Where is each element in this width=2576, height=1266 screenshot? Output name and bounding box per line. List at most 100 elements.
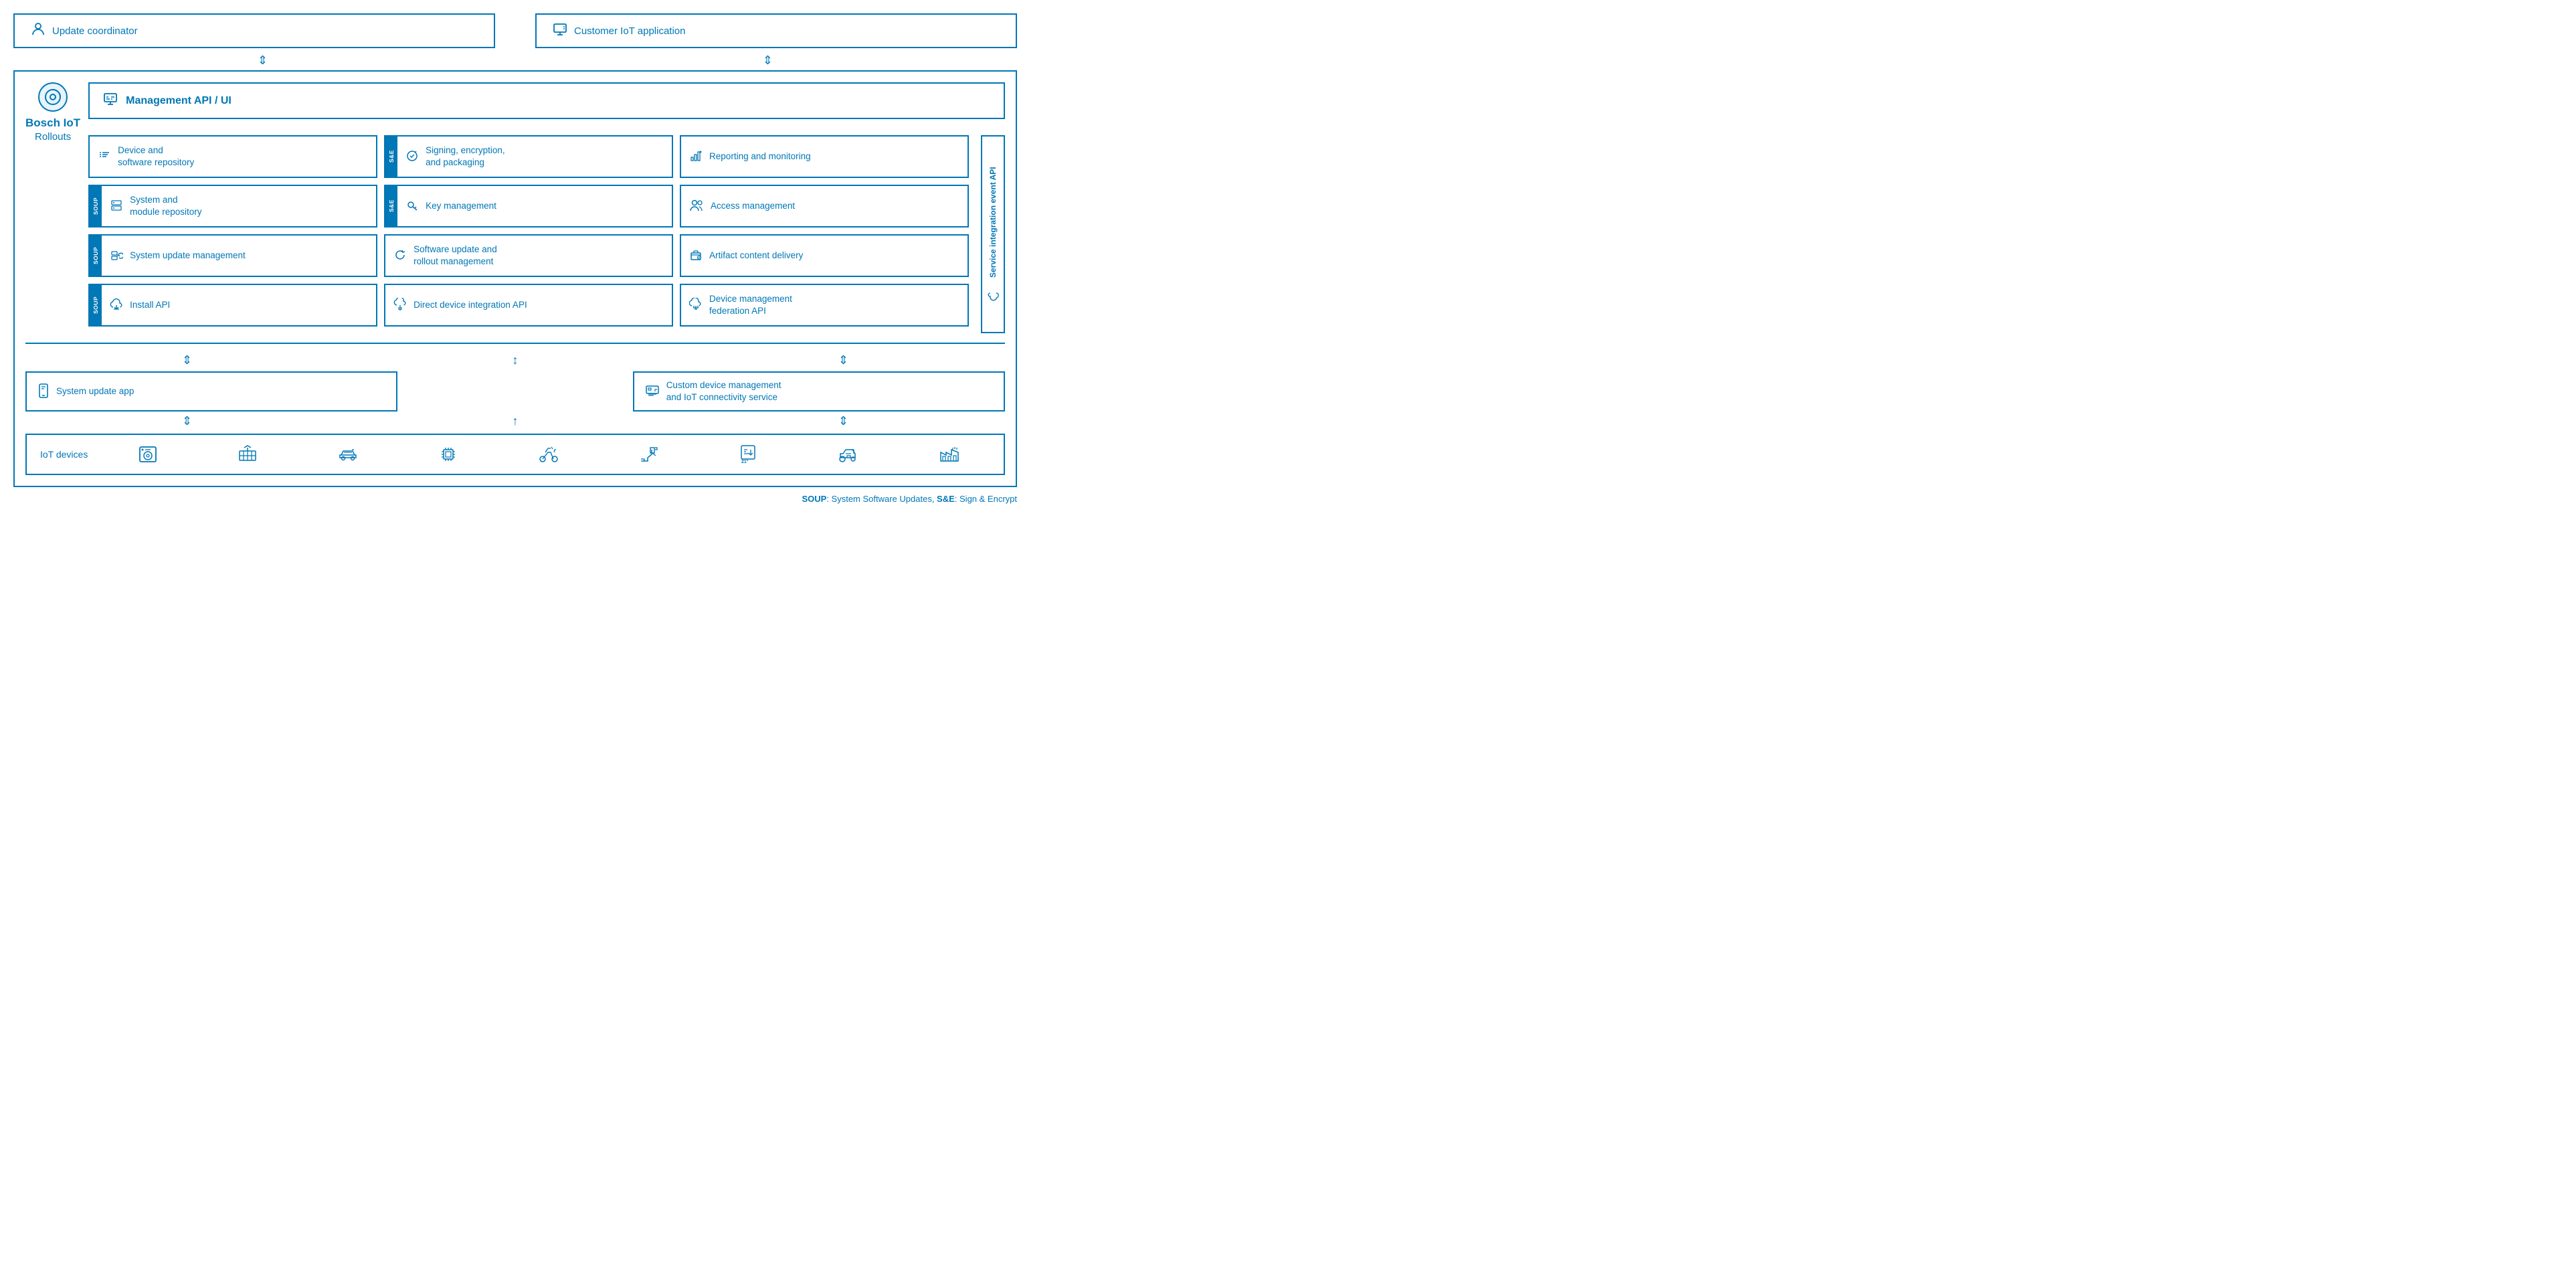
cloud-install-icon (110, 298, 123, 313)
bottom-arrows: ⇕ ↑ ⇕ (25, 414, 1005, 428)
top-row: Update coordinator Customer IoT applicat… (13, 13, 1017, 48)
cloud-device-icon (393, 298, 407, 313)
update-coordinator-label: Update coordinator (52, 25, 138, 37)
iot-devices-label: IoT devices (40, 449, 88, 460)
chart-icon (689, 149, 703, 165)
signing-encryption-cell: S&E Signing, encryption,and packaging (384, 135, 673, 178)
system-module-label: System andmodule repository (130, 194, 201, 218)
phone-icon (37, 383, 50, 400)
access-management-cell: Access management (680, 185, 969, 228)
system-update-mgmt-label: System update management (130, 250, 246, 262)
access-management-label: Access management (711, 200, 795, 212)
iot-device-tractor (836, 444, 859, 464)
key-management-cell: S&E Key management (384, 185, 673, 228)
custom-device-icon (645, 383, 660, 400)
soup-tag-3: SOUP (90, 285, 102, 325)
brand-column: Bosch IoT Rollouts (25, 82, 80, 333)
system-module-repo-cell: SOUP System andmodule reposi (88, 185, 377, 228)
bottom-apps-row: System update app Custom device manag (25, 371, 1005, 412)
custom-device-mgmt-label: Custom device managementand IoT connecti… (666, 379, 781, 403)
monitor-icon (553, 22, 567, 39)
left-top-arrow: ⇕ (20, 54, 505, 68)
signing-label: Signing, encryption,and packaging (426, 145, 505, 169)
list-icon (98, 149, 111, 165)
right-mid-arrow: ⇕ (682, 353, 1005, 367)
artifact-delivery-cell: Artifact content delivery (680, 234, 969, 277)
iot-device-washing (138, 444, 158, 464)
top-inner: Bosch IoT Rollouts Management API / UI (25, 82, 1005, 333)
soup-tag-1: SOUP (90, 186, 102, 226)
install-api-label: Install API (130, 299, 170, 311)
system-update-mgmt-cell: SOUP System update managemen (88, 234, 377, 277)
signing-icon (405, 149, 419, 165)
top-arrows: ⇕ ⇕ (13, 54, 1017, 68)
grid-row-2: SOUP System andmodule reposi (88, 185, 969, 228)
iot-device-robot-arm (639, 444, 659, 464)
customer-iot-label: Customer IoT application (574, 25, 685, 37)
direct-device-label: Direct device integration API (413, 299, 527, 311)
system-update-app-box: System update app (25, 371, 397, 412)
custom-device-mgmt-box: Custom device managementand IoT connecti… (633, 371, 1005, 412)
iot-device-ebike (538, 444, 559, 464)
reporting-monitoring-cell: Reporting and monitoring (680, 135, 969, 178)
management-api-icon (103, 92, 118, 110)
iot-arrow-left: ⇕ (25, 414, 349, 428)
management-api-label: Management API / UI (126, 95, 232, 107)
service-integration-sidebar: Service integration event API (981, 135, 1005, 333)
soup-acronym: SOUP (802, 494, 826, 504)
soup-tag-2: SOUP (90, 236, 102, 276)
grid-row-1: Device andsoftware repository S&E (88, 135, 969, 178)
reporting-label: Reporting and monitoring (709, 151, 811, 163)
mid-arrows: ⇕ ↕ ⇕ (25, 353, 1005, 367)
package-icon (689, 248, 703, 264)
right-top-arrow: ⇕ (525, 54, 1010, 68)
users-icon (689, 199, 704, 214)
device-software-repo-label: Device andsoftware repository (118, 145, 194, 169)
iot-device-car (337, 444, 359, 464)
customer-iot-box: Customer IoT application (535, 13, 1017, 48)
se-acronym: S&E (937, 494, 955, 504)
footer-note: SOUP: System Software Updates, S&E: Sign… (13, 494, 1017, 504)
iot-devices-list: 21° (108, 444, 990, 464)
svg-text:21°: 21° (741, 459, 749, 464)
bottom-section: ⇕ ↕ ⇕ (25, 343, 1005, 475)
grid-row-3: SOUP System update managemen (88, 234, 969, 277)
brand-name: Bosch IoT (25, 116, 80, 130)
iot-arrow-right: ⇕ (682, 414, 1005, 428)
iot-device-chip (438, 444, 458, 464)
services-grid: Device andsoftware repository S&E (88, 135, 969, 333)
management-api-bar: Management API / UI (88, 82, 1005, 119)
grid-with-sidebar: Device andsoftware repository S&E (88, 135, 1005, 333)
direct-device-api-cell: Direct device integration API (384, 284, 673, 327)
iot-arrow-center: ↑ (353, 414, 676, 428)
iot-devices-row: IoT devices (25, 434, 1005, 475)
refresh-icon (393, 248, 407, 264)
se-tag-1: S&E (385, 137, 397, 177)
device-software-repository-cell: Device andsoftware repository (88, 135, 377, 178)
main-container: Bosch IoT Rollouts Management API / UI (13, 70, 1017, 487)
center-mid-arrow: ↕ (353, 353, 676, 367)
key-management-label: Key management (426, 200, 496, 212)
bottom-spacer (404, 371, 626, 412)
artifact-delivery-label: Artifact content delivery (709, 250, 803, 262)
brand-subtitle: Rollouts (25, 130, 80, 144)
iot-device-factory (939, 444, 960, 464)
update-coordinator-box: Update coordinator (13, 13, 495, 48)
key-icon (405, 199, 419, 214)
cloud-service-icon (987, 287, 999, 301)
iot-device-thermostat: 21° (739, 444, 757, 464)
bosch-logo-icon (38, 82, 68, 112)
software-update-label: Software update androllout management (413, 244, 497, 268)
service-sidebar-label: Service integration event API (988, 167, 998, 278)
system-update-app-label: System update app (56, 385, 134, 397)
software-update-rollout-cell: Software update androllout management (384, 234, 673, 277)
gear-update-icon (110, 248, 123, 264)
person-icon (31, 21, 45, 40)
se-tag-2: S&E (385, 186, 397, 226)
left-mid-arrow: ⇕ (25, 353, 349, 367)
architecture-diagram: Update coordinator Customer IoT applicat… (13, 13, 1017, 504)
iot-device-solar (238, 444, 258, 464)
grid-row-4: SOUP Install API (88, 284, 969, 327)
server-icon (110, 199, 123, 214)
device-mgmt-federation-label: Device managementfederation API (709, 293, 792, 317)
